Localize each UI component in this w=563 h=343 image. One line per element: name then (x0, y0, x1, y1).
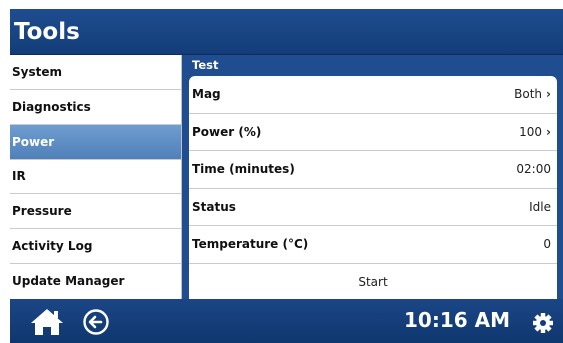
panel-title: Test (192, 58, 219, 72)
status-row: Status Idle (189, 189, 557, 226)
sidebar-item-label: Pressure (12, 204, 72, 219)
status-value: Idle (529, 199, 551, 214)
temperature-label: Temperature (°C) (192, 237, 309, 252)
mag-label: Mag (192, 87, 221, 102)
temperature-row: Temperature (°C) 0 (189, 226, 557, 264)
mag-row[interactable]: Mag Both › (189, 76, 557, 114)
sidebar-item-label: Activity Log (12, 239, 93, 254)
sidebar-item-label: Diagnostics (12, 99, 91, 114)
back-arrow-icon[interactable] (82, 309, 110, 339)
footer-bar: 10:16 AM (10, 299, 563, 343)
chevron-right-icon: › (546, 87, 551, 102)
temperature-value: 0 (543, 237, 551, 252)
mag-value-group: Both › (514, 87, 551, 101)
app-header: Tools (10, 9, 563, 55)
status-label: Status (192, 199, 236, 214)
gear-icon[interactable] (532, 312, 554, 338)
sidebar-item-label: Power (12, 134, 55, 149)
sidebar: System Diagnostics Power IR Pressure Act… (10, 55, 182, 299)
sidebar-item-label: Update Manager (12, 274, 125, 289)
page-title: Tools (14, 18, 80, 45)
sidebar-item-system[interactable]: System (10, 55, 181, 90)
sidebar-item-label: IR (12, 169, 26, 184)
chevron-right-icon: › (546, 124, 551, 139)
power-label: Power (%) (192, 124, 262, 139)
sidebar-item-power[interactable]: Power (10, 124, 181, 160)
test-panel: Test Mag Both › Power (%) 100 › Time (mi… (182, 55, 563, 299)
sidebar-item-diagnostics[interactable]: Diagnostics (10, 90, 181, 125)
power-row[interactable]: Power (%) 100 › (189, 114, 557, 151)
clock-display: 10:16 AM (404, 308, 511, 332)
time-label: Time (minutes) (192, 162, 295, 177)
sidebar-item-update-manager[interactable]: Update Manager (10, 264, 181, 299)
mag-value: Both (514, 87, 543, 102)
time-row[interactable]: Time (minutes) 02:00 (189, 151, 557, 189)
start-button-label: Start (358, 274, 388, 289)
start-button[interactable]: Start (189, 264, 557, 300)
power-value: 100 (519, 124, 543, 139)
sidebar-item-pressure[interactable]: Pressure (10, 194, 181, 230)
time-value: 02:00 (516, 162, 551, 177)
power-value-group: 100 › (519, 125, 551, 139)
home-icon[interactable] (30, 308, 64, 340)
settings-list: Mag Both › Power (%) 100 › Time (minutes… (189, 76, 557, 299)
sidebar-item-activity-log[interactable]: Activity Log (10, 229, 181, 265)
sidebar-item-label: System (12, 64, 62, 79)
sidebar-item-ir[interactable]: IR (10, 160, 181, 195)
